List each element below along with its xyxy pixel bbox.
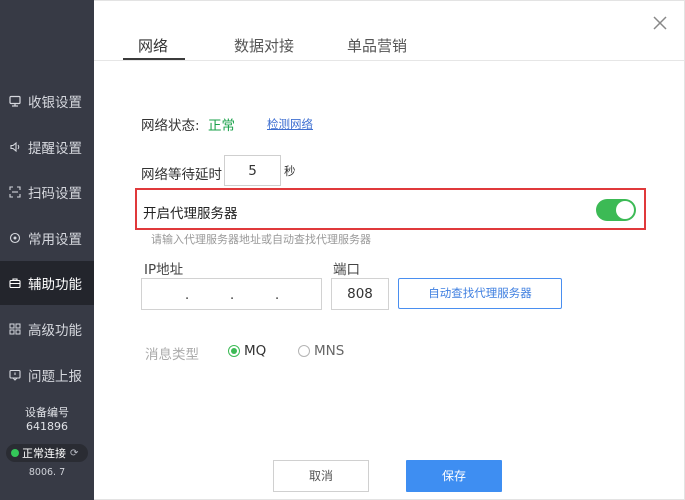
connection-status-text: 正常连接	[22, 447, 66, 460]
device-id: 641896	[26, 420, 68, 433]
ip-dot: .	[275, 288, 280, 303]
sidebar-item-label: 问题上报	[28, 369, 82, 385]
sidebar-item-label: 高级功能	[28, 323, 82, 339]
connection-status-badge: 正常连接 ⟳	[6, 444, 88, 462]
status-dot-icon	[11, 449, 19, 457]
radio-unchecked-icon	[298, 345, 310, 357]
speaker-icon	[9, 141, 21, 153]
gear-icon	[9, 232, 21, 244]
refresh-icon[interactable]: ⟳	[70, 448, 78, 459]
proxy-toggle[interactable]	[596, 199, 636, 221]
auto-find-proxy-button[interactable]: 自动查找代理服务器	[398, 278, 562, 309]
network-status-label: 网络状态:	[141, 118, 200, 134]
tab-bar: 网络 数据对接 单品营销	[94, 1, 684, 61]
check-network-link[interactable]: 检测网络	[267, 116, 313, 132]
network-status-value: 正常	[208, 118, 235, 134]
ip-dot: .	[185, 288, 190, 303]
delay-input[interactable]	[224, 155, 281, 186]
toggle-knob	[616, 201, 634, 219]
sidebar-item-label: 常用设置	[28, 232, 82, 248]
ip-address-input[interactable]: . . .	[141, 278, 322, 310]
proxy-label: 开启代理服务器	[143, 206, 238, 222]
grid-icon	[9, 323, 21, 335]
radio-mq[interactable]: MQ	[228, 343, 266, 359]
ip-dot: .	[230, 288, 235, 303]
tab-product-marketing[interactable]: 单品营销	[347, 35, 407, 56]
radio-mns[interactable]: MNS	[298, 343, 344, 359]
cashier-icon	[9, 95, 21, 107]
sidebar-item-label: 扫码设置	[28, 186, 82, 202]
sidebar-item-label: 收银设置	[28, 95, 82, 111]
sidebar-item-label: 辅助功能	[28, 277, 82, 293]
sidebar-item-report-issue[interactable]: 问题上报	[0, 353, 94, 397]
cancel-button[interactable]: 取消	[273, 460, 369, 492]
scan-icon	[9, 186, 21, 198]
delay-unit: 秒	[284, 164, 296, 178]
device-label: 设备编号	[25, 406, 69, 419]
tab-data-integration[interactable]: 数据对接	[234, 35, 294, 56]
delay-label: 网络等待延时	[141, 167, 222, 183]
toolbox-icon	[9, 277, 21, 289]
sidebar-item-common-settings[interactable]: 常用设置	[0, 216, 94, 260]
radio-label: MQ	[244, 343, 267, 359]
sidebar-item-reminder-settings[interactable]: 提醒设置	[0, 125, 94, 169]
active-tab-indicator	[123, 58, 185, 60]
version-label: 8006. 7	[28, 467, 66, 478]
port-input[interactable]: 808	[331, 278, 389, 310]
radio-checked-icon	[228, 345, 240, 357]
proxy-toggle-row: 开启代理服务器	[135, 188, 646, 230]
settings-panel: 网络 数据对接 单品营销 网络状态: 正常 检测网络 网络等待延时 秒 开启代理…	[94, 0, 685, 500]
tab-network[interactable]: 网络	[138, 35, 168, 56]
sidebar-item-label: 提醒设置	[28, 141, 82, 157]
sidebar-item-advanced-functions[interactable]: 高级功能	[0, 307, 94, 351]
save-button[interactable]: 保存	[406, 460, 502, 492]
proxy-hint: 请输入代理服务器地址或自动查找代理服务器	[151, 233, 371, 246]
close-icon[interactable]	[650, 13, 670, 33]
ip-label: IP地址	[144, 262, 184, 278]
port-label: 端口	[333, 262, 360, 278]
sidebar-item-scan-settings[interactable]: 扫码设置	[0, 170, 94, 214]
sidebar-item-auxiliary-functions[interactable]: 辅助功能	[0, 261, 94, 305]
radio-label: MNS	[314, 343, 345, 359]
report-icon	[9, 369, 21, 381]
sidebar: 收银设置 提醒设置 扫码设置 常用设置 辅助功能 高级功能 问题上报 设备编号 …	[0, 0, 94, 500]
sidebar-item-cashier-settings[interactable]: 收银设置	[0, 79, 94, 123]
message-type-label: 消息类型	[145, 347, 199, 363]
